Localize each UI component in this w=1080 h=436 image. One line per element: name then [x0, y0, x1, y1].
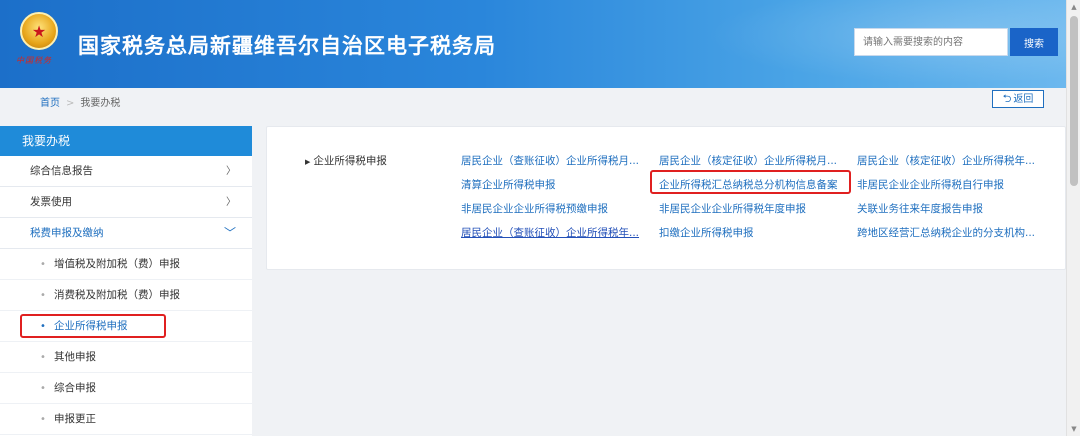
- scroll-down-arrow-icon[interactable]: ▼: [1067, 422, 1080, 436]
- sidebar-subitem-vat[interactable]: • 增值税及附加税（费）申报: [0, 249, 252, 280]
- sidebar: 我要办税 综合信息报告 〉 发票使用 〉 税费申报及缴纳 ﹀ • 增值税及附加税…: [0, 126, 252, 436]
- link-resident-assessed-monthly[interactable]: 居民企业（核定征收）企业所得税月...: [659, 153, 849, 168]
- category-label: ▶ 企业所得税申报: [305, 153, 387, 168]
- sidebar-subitem-correction[interactable]: • 申报更正: [0, 404, 252, 435]
- bullet-icon: •: [40, 414, 46, 425]
- scrollbar-thumb[interactable]: [1070, 16, 1078, 186]
- category-name: 企业所得税申报: [313, 155, 387, 167]
- link-liquidation-declaration[interactable]: 清算企业所得税申报: [461, 177, 647, 192]
- link-resident-audit-monthly[interactable]: 居民企业（查账征收）企业所得税月...: [461, 153, 647, 168]
- link-resident-audit-annual[interactable]: 居民企业（查账征收）企业所得税年...: [461, 225, 647, 240]
- link-nonresident-prepayment[interactable]: 非居民企业企业所得税预缴申报: [461, 201, 647, 216]
- sidebar-item-label: 发票使用: [30, 196, 72, 208]
- chevron-right-icon: 〉: [226, 166, 236, 177]
- sidebar-subitem-comprehensive[interactable]: • 综合申报: [0, 373, 252, 404]
- sidebar-subitem-corporate-income-tax[interactable]: • 企业所得税申报: [0, 311, 252, 342]
- link-related-party-report[interactable]: 关联业务往来年度报告申报: [857, 201, 1043, 216]
- search-button[interactable]: 搜索: [1010, 28, 1058, 56]
- bullet-icon: •: [40, 383, 46, 394]
- scroll-up-arrow-icon[interactable]: ▲: [1067, 0, 1080, 14]
- link-nonresident-self-declaration[interactable]: 非居民企业企业所得税自行申报: [857, 177, 1043, 192]
- site-header: 中国税务 国家税务总局新疆维吾尔自治区电子税务局 搜索: [0, 0, 1066, 88]
- page-scrollbar[interactable]: ▲ ▼: [1066, 0, 1080, 436]
- emblem-icon: [20, 12, 58, 50]
- breadcrumb-bar: 首页 > 我要办税 ⮌ 返回: [0, 88, 1066, 114]
- site-title: 国家税务总局新疆维吾尔自治区电子税务局: [78, 34, 496, 58]
- bullet-icon: •: [40, 259, 46, 270]
- content-panel: ▶ 企业所得税申报 居民企业（查账征收）企业所得税月... 居民企业（核定征收）企…: [266, 126, 1066, 270]
- link-cross-region-branch[interactable]: 跨地区经营汇总纳税企业的分支机构...: [857, 225, 1043, 240]
- breadcrumb-home-link[interactable]: 首页: [40, 98, 60, 109]
- sidebar-subitem-label: 消费税及附加税（费）申报: [54, 289, 180, 301]
- bullet-icon: •: [40, 321, 46, 332]
- link-consolidated-branch-filing[interactable]: 企业所得税汇总纳税总分机构信息备案: [659, 177, 849, 192]
- search-input[interactable]: [854, 28, 1008, 56]
- sidebar-subitem-label: 其他申报: [54, 351, 96, 363]
- breadcrumb-separator-icon: >: [66, 98, 75, 109]
- chevron-down-icon: ﹀: [223, 226, 236, 240]
- back-button[interactable]: ⮌ 返回: [992, 90, 1044, 108]
- breadcrumb: 首页 > 我要办税: [40, 94, 120, 109]
- sidebar-subitem-consumption-tax[interactable]: • 消费税及附加税（费）申报: [0, 280, 252, 311]
- sidebar-item-label: 税费申报及缴纳: [30, 227, 104, 239]
- bullet-icon: •: [40, 290, 46, 301]
- link-withholding-declaration[interactable]: 扣缴企业所得税申报: [659, 225, 849, 240]
- sidebar-item-info-report[interactable]: 综合信息报告 〉: [0, 156, 252, 187]
- sidebar-subitem-other[interactable]: • 其他申报: [0, 342, 252, 373]
- sidebar-item-tax-declaration[interactable]: 税费申报及缴纳 ﹀: [0, 218, 252, 249]
- sidebar-title: 我要办税: [0, 126, 252, 156]
- link-nonresident-annual[interactable]: 非居民企业企业所得税年度申报: [659, 201, 849, 216]
- breadcrumb-current: 我要办税: [80, 98, 121, 109]
- sidebar-subitem-label: 企业所得税申报: [54, 320, 128, 332]
- sidebar-subitem-label: 申报更正: [54, 413, 96, 425]
- link-resident-assessed-annual[interactable]: 居民企业（核定征收）企业所得税年...: [857, 153, 1043, 168]
- tax-emblem-logo: 中国税务: [16, 12, 62, 72]
- triangle-right-icon: ▶: [305, 158, 311, 166]
- bullet-icon: •: [40, 352, 46, 363]
- back-button-label: 返回: [1013, 94, 1034, 105]
- sidebar-item-invoice[interactable]: 发票使用 〉: [0, 187, 252, 218]
- sidebar-item-label: 综合信息报告: [30, 165, 93, 177]
- sidebar-subitem-label: 综合申报: [54, 382, 96, 394]
- emblem-motto: 中国税务: [16, 56, 52, 65]
- chevron-right-icon: 〉: [226, 197, 236, 208]
- return-arrow-icon: ⮌: [1002, 92, 1012, 105]
- sidebar-subitem-label: 增值税及附加税（费）申报: [54, 258, 180, 270]
